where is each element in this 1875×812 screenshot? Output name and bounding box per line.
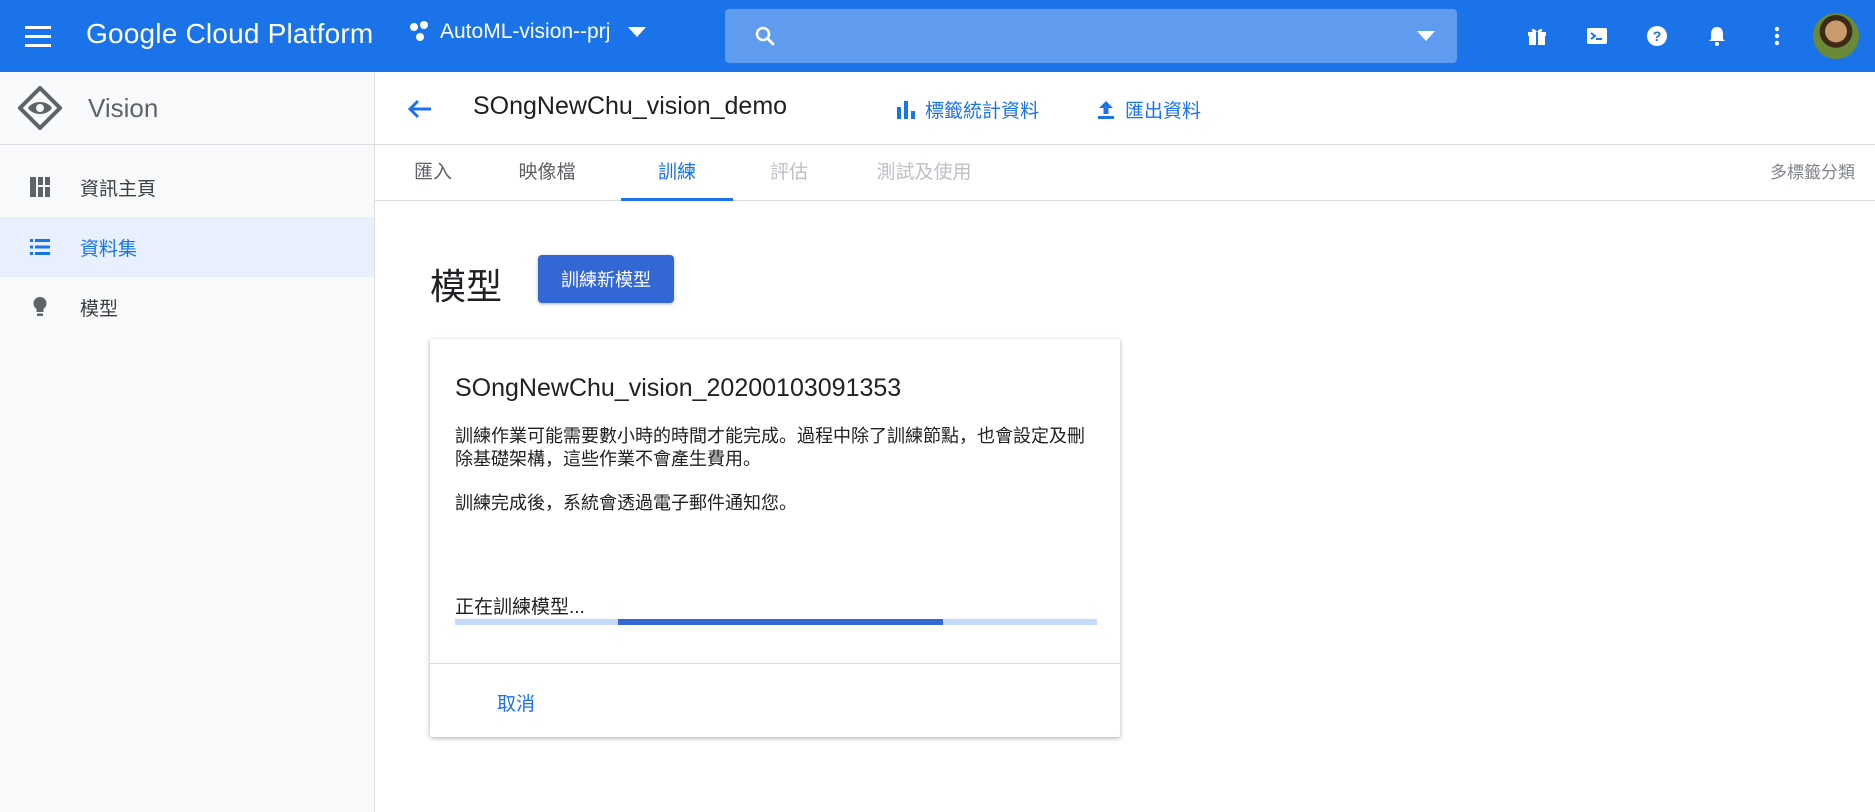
classification-type-label: 多標籤分類 bbox=[1770, 163, 1855, 182]
export-data-button[interactable]: 匯出資料 bbox=[1095, 96, 1201, 123]
help-icon[interactable]: ? bbox=[1627, 0, 1687, 72]
tab-train[interactable]: 訓練 bbox=[621, 145, 733, 201]
sidebar-item-datasets[interactable]: 資料集 bbox=[0, 217, 374, 277]
progress-label: 正在訓練模型... bbox=[455, 597, 585, 618]
avatar[interactable] bbox=[1813, 13, 1859, 59]
tab-import[interactable]: 匯入 bbox=[375, 145, 491, 201]
search-dropdown-icon[interactable] bbox=[1417, 31, 1435, 41]
sidebar-title: Vision bbox=[88, 92, 159, 123]
upload-icon bbox=[1098, 100, 1114, 119]
tab-bar: 匯入 映像檔 訓練 評估 測試及使用 多標籤分類 bbox=[375, 145, 1875, 201]
models-heading: 模型 bbox=[430, 266, 503, 307]
search-icon bbox=[755, 26, 775, 46]
sidebar-item-label: 資訊主頁 bbox=[80, 178, 157, 200]
vision-logo-icon bbox=[0, 86, 80, 130]
more-vert-icon[interactable] bbox=[1747, 0, 1807, 72]
gift-icon[interactable] bbox=[1507, 0, 1567, 72]
project-name: AutoML-vision--prj bbox=[440, 20, 611, 43]
lightbulb-icon bbox=[0, 295, 80, 319]
training-model-card: SOngNewChu_vision_20200103091353 訓練作業可能需… bbox=[430, 339, 1120, 737]
sidebar-item-label: 資料集 bbox=[80, 238, 138, 260]
search-bar[interactable] bbox=[725, 9, 1457, 63]
app-title[interactable]: Google Cloud Platform bbox=[86, 18, 373, 50]
terminal-icon[interactable] bbox=[1567, 0, 1627, 72]
hamburger-menu-icon[interactable] bbox=[22, 20, 54, 52]
progress-bar-fill bbox=[618, 619, 943, 625]
dashboard-icon bbox=[0, 175, 80, 199]
dataset-title: SOngNewChu_vision_demo bbox=[473, 92, 788, 120]
sidebar-item-label: 模型 bbox=[80, 298, 119, 320]
project-dots-icon bbox=[410, 21, 432, 43]
back-arrow-icon[interactable] bbox=[405, 94, 435, 124]
chevron-down-icon bbox=[628, 27, 647, 37]
list-icon bbox=[0, 235, 80, 259]
svg-text:?: ? bbox=[1653, 28, 1662, 44]
model-name: SOngNewChu_vision_20200103091353 bbox=[455, 374, 902, 402]
dataset-header: SOngNewChu_vision_demo 標籤統計資料 匯出資料 bbox=[375, 72, 1875, 145]
training-description: 訓練作業可能需要數小時的時間才能完成。過程中除了訓練節點，也會設定及刪除基礎架構… bbox=[455, 426, 1085, 469]
export-data-label: 匯出資料 bbox=[1125, 101, 1202, 122]
progress-bar bbox=[455, 619, 1097, 625]
label-stats-label: 標籤統計資料 bbox=[925, 101, 1040, 122]
tab-evaluate[interactable]: 評估 bbox=[733, 145, 845, 201]
card-divider bbox=[430, 663, 1120, 664]
sidebar: Vision 資訊主頁 資料集 模型 bbox=[0, 72, 375, 812]
project-selector[interactable]: AutoML-vision--prj bbox=[410, 20, 647, 44]
sidebar-header: Vision bbox=[0, 72, 374, 145]
bar-chart-icon bbox=[897, 100, 915, 119]
label-stats-button[interactable]: 標籤統計資料 bbox=[895, 96, 1039, 123]
notifications-icon[interactable] bbox=[1687, 0, 1747, 72]
sidebar-item-models[interactable]: 模型 bbox=[0, 277, 374, 337]
tab-images[interactable]: 映像檔 bbox=[491, 145, 603, 201]
train-new-model-button[interactable]: 訓練新模型 bbox=[538, 255, 674, 303]
cancel-button[interactable]: 取消 bbox=[497, 689, 535, 716]
sidebar-item-dashboard[interactable]: 資訊主頁 bbox=[0, 157, 374, 217]
email-notice: 訓練完成後，系統會透過電子郵件通知您。 bbox=[455, 493, 797, 513]
top-app-bar: Google Cloud Platform AutoML-vision--prj… bbox=[0, 0, 1875, 72]
tab-test-and-use[interactable]: 測試及使用 bbox=[845, 145, 1003, 201]
